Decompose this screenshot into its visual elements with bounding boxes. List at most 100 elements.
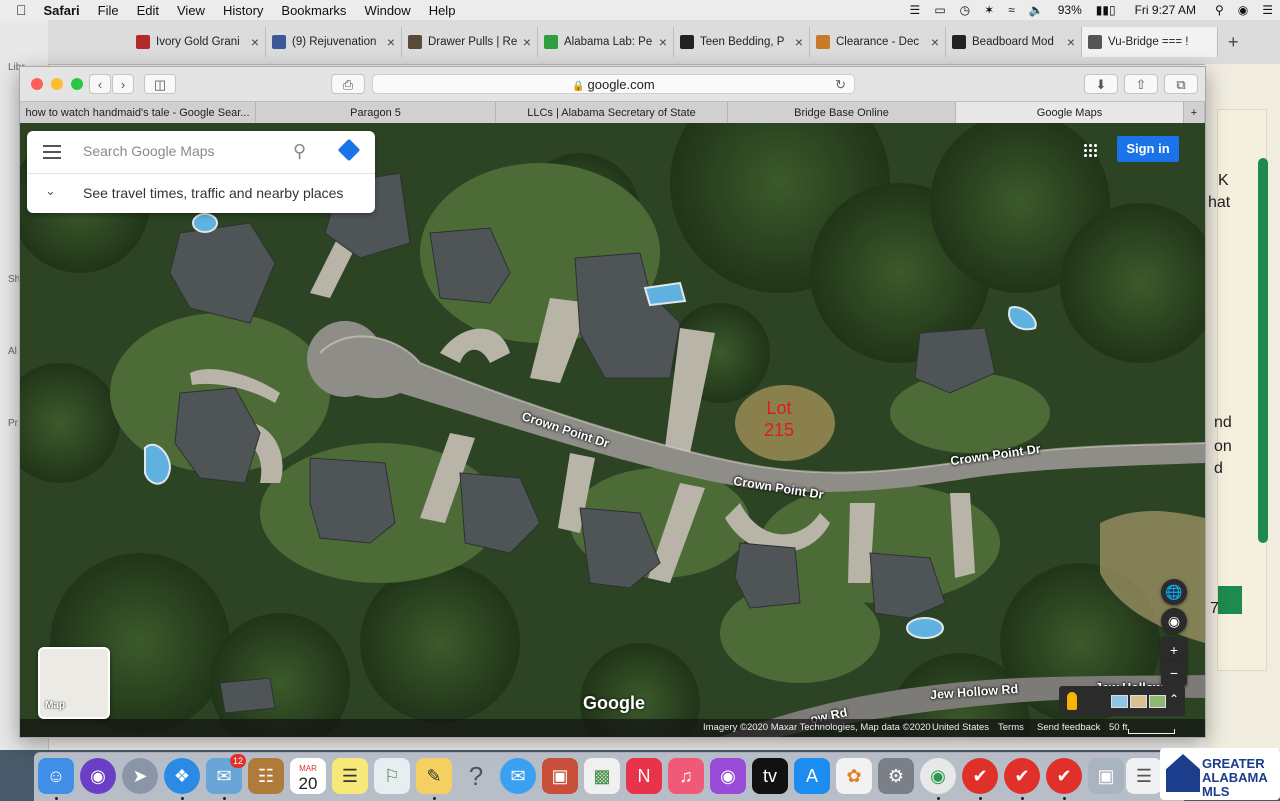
- apple-tv-icon[interactable]: tv: [752, 758, 788, 794]
- share-icon[interactable]: ⇧: [1124, 74, 1158, 94]
- notification-center-icon[interactable]: ☰: [1255, 3, 1280, 17]
- browser-tab[interactable]: how to watch handmaid's tale - Google Se…: [20, 102, 256, 124]
- background-green-button[interactable]: [1218, 586, 1242, 614]
- close-tab-icon[interactable]: ×: [387, 34, 395, 50]
- bg-tab[interactable]: (9) Rejuvenation ×: [266, 27, 402, 57]
- address-bar[interactable]: 🔒 google.com ↻: [372, 74, 855, 94]
- menu-window[interactable]: Window: [355, 3, 419, 18]
- chrome-icon[interactable]: ◉: [920, 758, 956, 794]
- search-icon[interactable]: ⚲: [293, 141, 306, 162]
- spotlight-icon[interactable]: ⚲: [1208, 3, 1231, 17]
- messages-icon[interactable]: ✉: [500, 758, 536, 794]
- news-icon[interactable]: N: [626, 758, 662, 794]
- bg-tab[interactable]: Alabama Lab: Pe ×: [538, 27, 674, 57]
- map-layer-toggle[interactable]: Map: [38, 647, 110, 719]
- numbers-icon[interactable]: ▩: [584, 758, 620, 794]
- image-capture-icon[interactable]: ▣: [1088, 758, 1124, 794]
- menu-icon[interactable]: [43, 145, 61, 159]
- scale-label[interactable]: 50 ft: [1109, 722, 1128, 733]
- bluetooth-icon[interactable]: ✶: [977, 3, 1001, 17]
- launchpad-icon[interactable]: ➤: [122, 758, 158, 794]
- sidebar-toggle-icon[interactable]: ◫: [144, 74, 176, 94]
- system-preferences-icon[interactable]: ⚙: [878, 758, 914, 794]
- airplay-icon[interactable]: ▭: [927, 3, 952, 17]
- photos-icon[interactable]: ✿: [836, 758, 872, 794]
- preview-icon[interactable]: ✎: [416, 758, 452, 794]
- close-tab-icon[interactable]: ×: [1067, 34, 1075, 50]
- minimize-window-icon[interactable]: [51, 78, 63, 90]
- help-icon[interactable]: ?: [458, 758, 494, 794]
- checkmark-app-icon[interactable]: ✔: [1046, 758, 1082, 794]
- map-canvas[interactable]: Crown Point Dr Crown Point Dr Crown Poin…: [20, 123, 1205, 737]
- terms-link[interactable]: Terms: [998, 722, 1024, 733]
- maps-icon[interactable]: ⚐: [374, 758, 410, 794]
- google-apps-icon[interactable]: [1083, 143, 1098, 158]
- photo-booth-icon[interactable]: ▣: [542, 758, 578, 794]
- nearby-row[interactable]: ⌄ See travel times, traffic and nearby p…: [27, 173, 375, 213]
- time-machine-icon[interactable]: ◷: [953, 3, 977, 17]
- siri-icon[interactable]: ◉: [1231, 3, 1255, 17]
- checkmark-app-icon[interactable]: ✔: [962, 758, 998, 794]
- volume-icon[interactable]: 🔈: [1022, 3, 1051, 17]
- close-tab-icon[interactable]: ×: [251, 34, 259, 50]
- browser-tab[interactable]: Paragon 5: [256, 102, 496, 124]
- bg-tab-active[interactable]: Vu-Bridge === !: [1082, 27, 1218, 57]
- imagery-thumbnail[interactable]: [1130, 695, 1147, 708]
- my-location-icon[interactable]: ◉: [1161, 608, 1187, 634]
- imagery-thumbnail[interactable]: [1149, 695, 1166, 708]
- siri-icon[interactable]: ◉: [80, 758, 116, 794]
- close-tab-icon[interactable]: ×: [523, 34, 531, 50]
- background-scrollbar[interactable]: [1258, 158, 1268, 543]
- calendar-icon[interactable]: MAR 20: [290, 758, 326, 794]
- bg-tab[interactable]: Beadboard Mod ×: [946, 27, 1082, 57]
- documents-stack-icon[interactable]: ☰: [1126, 758, 1162, 794]
- send-feedback-link[interactable]: Send feedback: [1037, 722, 1100, 733]
- controls-icon[interactable]: ☰: [903, 3, 928, 17]
- browser-tab-active[interactable]: Google Maps: [956, 102, 1184, 124]
- contacts-icon[interactable]: ☷: [248, 758, 284, 794]
- country-link[interactable]: United States: [932, 722, 989, 733]
- menu-history[interactable]: History: [214, 3, 272, 18]
- bg-tab[interactable]: Clearance - Dec ×: [810, 27, 946, 57]
- mail-icon[interactable]: ✉ 12: [206, 754, 246, 794]
- nearby-places-text[interactable]: See travel times, traffic and nearby pla…: [83, 185, 343, 201]
- wifi-icon[interactable]: ≈: [1001, 3, 1022, 17]
- browser-tab[interactable]: Bridge Base Online: [728, 102, 956, 124]
- finder-icon[interactable]: ☺: [38, 758, 74, 794]
- app-store-icon[interactable]: A: [794, 758, 830, 794]
- imagery-thumbnail[interactable]: [1111, 695, 1128, 708]
- bg-tab[interactable]: Ivory Gold Grani ×: [130, 27, 266, 57]
- new-tab-button[interactable]: +: [1184, 102, 1205, 124]
- menu-edit[interactable]: Edit: [128, 3, 168, 18]
- tab-overview-icon[interactable]: ⧉: [1164, 74, 1198, 94]
- reload-icon[interactable]: ↻: [835, 75, 846, 94]
- notes-icon[interactable]: ☰: [332, 758, 368, 794]
- checkmark-app-icon[interactable]: ✔: [1004, 758, 1040, 794]
- close-tab-icon[interactable]: ×: [659, 34, 667, 50]
- close-tab-icon[interactable]: ×: [795, 34, 803, 50]
- new-tab-icon[interactable]: +: [1228, 32, 1239, 53]
- menu-app-name[interactable]: Safari: [35, 3, 89, 18]
- battery-percent[interactable]: 93%: [1051, 3, 1089, 17]
- directions-icon[interactable]: [337, 138, 361, 162]
- music-icon[interactable]: ♫: [668, 758, 704, 794]
- close-tab-icon[interactable]: ×: [931, 34, 939, 50]
- sign-in-button[interactable]: Sign in: [1117, 136, 1179, 162]
- globe-icon[interactable]: 🌐: [1161, 579, 1187, 605]
- close-window-icon[interactable]: [31, 78, 43, 90]
- zoom-out-button[interactable]: −: [1161, 660, 1187, 686]
- bg-tab[interactable]: Teen Bedding, P ×: [674, 27, 810, 57]
- menubar-clock[interactable]: Fri 9:27 AM: [1123, 3, 1208, 17]
- chevron-down-icon[interactable]: ⌄: [45, 183, 56, 199]
- menu-bookmarks[interactable]: Bookmarks: [272, 3, 355, 18]
- menu-help[interactable]: Help: [420, 3, 465, 18]
- downloads-icon[interactable]: ⬇: [1084, 74, 1118, 94]
- podcasts-icon[interactable]: ◉: [710, 758, 746, 794]
- print-icon[interactable]: ⎙: [331, 74, 365, 94]
- zoom-window-icon[interactable]: [71, 78, 83, 90]
- battery-icon[interactable]: ▮▮▯: [1089, 3, 1123, 17]
- menu-file[interactable]: File: [89, 3, 128, 18]
- back-button[interactable]: ‹: [89, 74, 111, 94]
- pegman-icon[interactable]: [1067, 692, 1077, 710]
- bg-tab[interactable]: Drawer Pulls | Re ×: [402, 27, 538, 57]
